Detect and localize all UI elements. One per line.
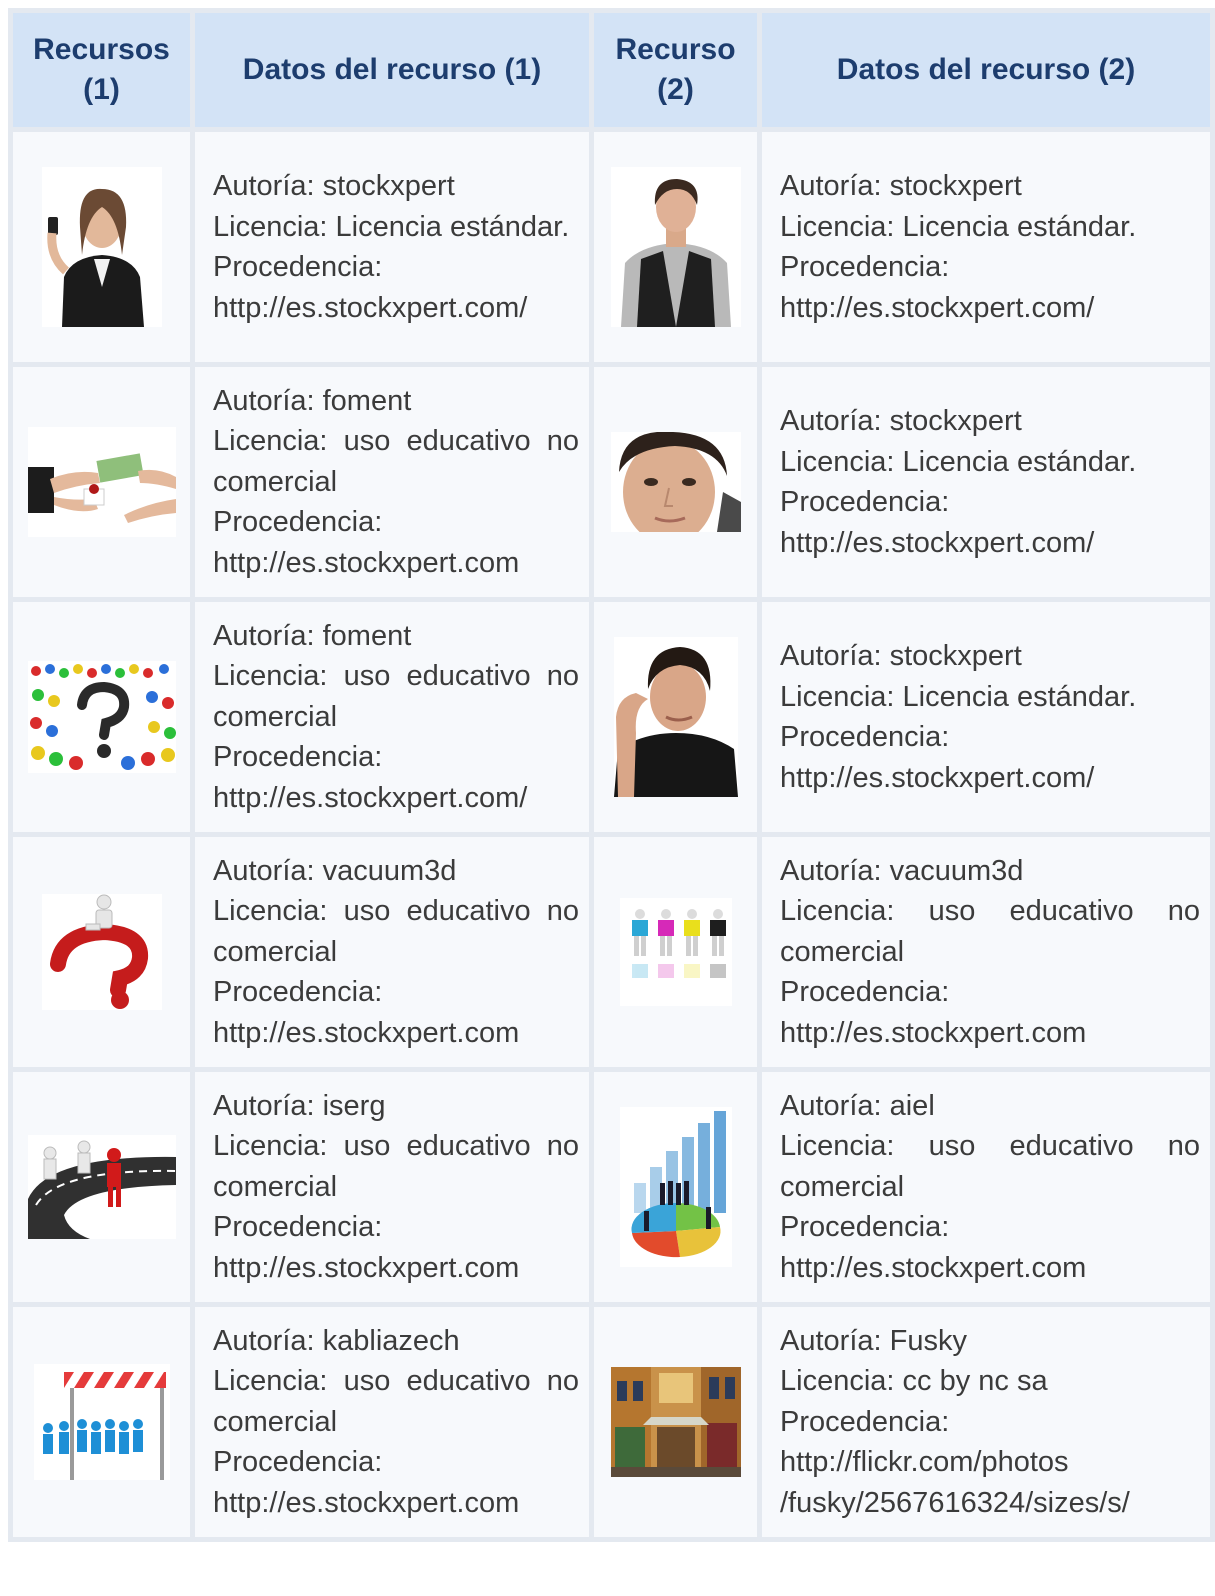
resource-credits-table: Recursos (1) Datos del recurso (1) Recur…	[8, 8, 1215, 1542]
resource-info-cell: Autoría: stockxpert Licencia: Licencia e…	[195, 132, 589, 362]
header-recurso-2: Recurso (2)	[594, 13, 757, 127]
source-label: Procedencia:	[213, 976, 383, 1009]
business-chart-icon	[619, 1107, 732, 1267]
resource-image-cell	[13, 367, 190, 597]
author-text: Autoría: foment	[213, 619, 412, 652]
license-text: Licencia: uso educativo no comercial	[780, 895, 1200, 968]
resource-image-cell	[594, 602, 757, 832]
header-row: Recursos (1) Datos del recurso (1) Recur…	[13, 13, 1210, 127]
license-text: Licencia: Licencia estándar.	[780, 680, 1137, 713]
resource-info-cell: Autoría: stockxpert Licencia: Licencia e…	[762, 367, 1210, 597]
figure-on-question-mark-icon	[41, 894, 162, 1010]
license-text: Licencia: Licencia estándar.	[213, 210, 570, 243]
resource-info-cell: Autoría: vacuum3d Licencia: uso educativ…	[195, 837, 589, 1067]
license-text: Licencia: cc by nc sa	[780, 1365, 1048, 1398]
author-text: Autoría: stockxpert	[213, 170, 455, 202]
author-text: Autoría: stockxpert	[780, 405, 1022, 437]
resource-image-cell	[594, 837, 757, 1067]
table-row: Autoría: vacuum3d Licencia: uso educativ…	[13, 837, 1210, 1067]
resource-info-cell: Autoría: kabliazech Licencia: uso educat…	[195, 1307, 589, 1537]
resource-info-cell: Autoría: aiel Licencia: uso educativo no…	[762, 1072, 1210, 1302]
resource-info-cell: Autoría: foment Licencia: uso educativo …	[195, 602, 589, 832]
resource-info-cell: Autoría: vacuum3d Licencia: uso educativ…	[762, 837, 1210, 1067]
man-thinking-icon	[613, 637, 738, 797]
resource-image-cell	[13, 602, 190, 832]
source-label: Procedencia:	[213, 1211, 383, 1244]
header-recursos-1: Recursos (1)	[13, 13, 190, 127]
author-text: Autoría: vacuum3d	[780, 854, 1024, 887]
source-url: http://flickr.com/photos /fusky/25676163…	[780, 1446, 1130, 1519]
man-face-closeup-icon	[610, 432, 741, 532]
puzzle-figures-icon	[619, 898, 732, 1006]
source-url: http://es.stockxpert.com/	[780, 761, 1095, 794]
source-label: Procedencia:	[213, 1446, 383, 1479]
source-label: Procedencia:	[213, 251, 383, 283]
woman-phone-icon	[41, 167, 162, 327]
resource-info-cell: Autoría: iserg Licencia: uso educativo n…	[195, 1072, 589, 1302]
author-text: Autoría: stockxpert	[780, 640, 1022, 672]
source-url: http://es.stockxpert.com	[213, 1016, 520, 1049]
young-man-vest-icon	[610, 167, 741, 327]
author-text: Autoría: iserg	[213, 1089, 386, 1122]
resource-info-cell: Autoría: stockxpert Licencia: Licencia e…	[762, 602, 1210, 832]
author-text: Autoría: Fusky	[780, 1324, 967, 1357]
license-text: Licencia: Licencia estándar.	[780, 210, 1137, 243]
author-text: Autoría: vacuum3d	[213, 854, 457, 887]
race-track-figures-icon	[27, 1135, 176, 1239]
license-text: Licencia: uso educativo no comercial	[213, 1365, 579, 1438]
source-label: Procedencia:	[780, 251, 950, 283]
author-text: Autoría: kabliazech	[213, 1324, 460, 1357]
resource-image-cell	[13, 132, 190, 362]
source-url: http://es.stockxpert.com	[780, 1251, 1087, 1284]
resource-image-cell	[13, 1072, 190, 1302]
resource-image-cell	[13, 837, 190, 1067]
license-text: Licencia: uso educativo no comercial	[213, 895, 579, 968]
table-row: Autoría: kabliazech Licencia: uso educat…	[13, 1307, 1210, 1537]
source-url: http://es.stockxpert.com	[213, 1251, 520, 1284]
table-row: Autoría: foment Licencia: uso educativo …	[13, 367, 1210, 597]
table-row: Autoría: foment Licencia: uso educativo …	[13, 602, 1210, 832]
table-row: Autoría: stockxpert Licencia: Licencia e…	[13, 132, 1210, 362]
crowd-question-mark-icon	[27, 661, 176, 773]
source-url: http://es.stockxpert.com/	[213, 781, 528, 814]
resource-info-cell: Autoría: Fusky Licencia: cc by nc sa Pro…	[762, 1307, 1210, 1537]
source-url: http://es.stockxpert.com	[780, 1016, 1087, 1049]
resource-image-cell	[594, 132, 757, 362]
resource-image-cell	[13, 1307, 190, 1537]
source-url: http://es.stockxpert.com/	[213, 291, 528, 324]
source-label: Procedencia:	[780, 1405, 950, 1438]
resource-info-cell: Autoría: foment Licencia: uso educativo …	[195, 367, 589, 597]
resource-image-cell	[594, 1307, 757, 1537]
source-url: http://es.stockxpert.com	[213, 1486, 520, 1519]
source-label: Procedencia:	[780, 721, 950, 753]
license-text: Licencia: Licencia estándar.	[780, 445, 1137, 478]
resource-image-cell	[594, 1072, 757, 1302]
author-text: Autoría: aiel	[780, 1089, 935, 1122]
header-datos-recurso-2: Datos del recurso (2)	[762, 13, 1210, 127]
source-label: Procedencia:	[780, 1211, 950, 1244]
author-text: Autoría: foment	[213, 384, 412, 417]
resource-image-cell	[594, 367, 757, 597]
source-url: http://es.stockxpert.com	[213, 546, 520, 579]
license-text: Licencia: uso educativo no comercial	[213, 425, 579, 498]
license-text: Licencia: uso educativo no comercial	[213, 1130, 579, 1203]
street-painting-icon	[610, 1367, 741, 1477]
source-label: Procedencia:	[213, 506, 383, 539]
handshake-money-icon	[27, 427, 176, 537]
resource-info-cell: Autoría: stockxpert Licencia: Licencia e…	[762, 132, 1210, 362]
source-label: Procedencia:	[213, 741, 383, 774]
source-url: http://es.stockxpert.com/	[780, 291, 1095, 324]
header-datos-recurso-1: Datos del recurso (1)	[195, 13, 589, 127]
author-text: Autoría: stockxpert	[780, 170, 1022, 202]
barrier-crowd-icon	[33, 1364, 170, 1480]
table-row: Autoría: iserg Licencia: uso educativo n…	[13, 1072, 1210, 1302]
source-label: Procedencia:	[780, 486, 950, 518]
license-text: Licencia: uso educativo no comercial	[213, 660, 579, 733]
source-url: http://es.stockxpert.com/	[780, 526, 1095, 559]
license-text: Licencia: uso educativo no comercial	[780, 1130, 1200, 1203]
source-label: Procedencia:	[780, 976, 950, 1009]
